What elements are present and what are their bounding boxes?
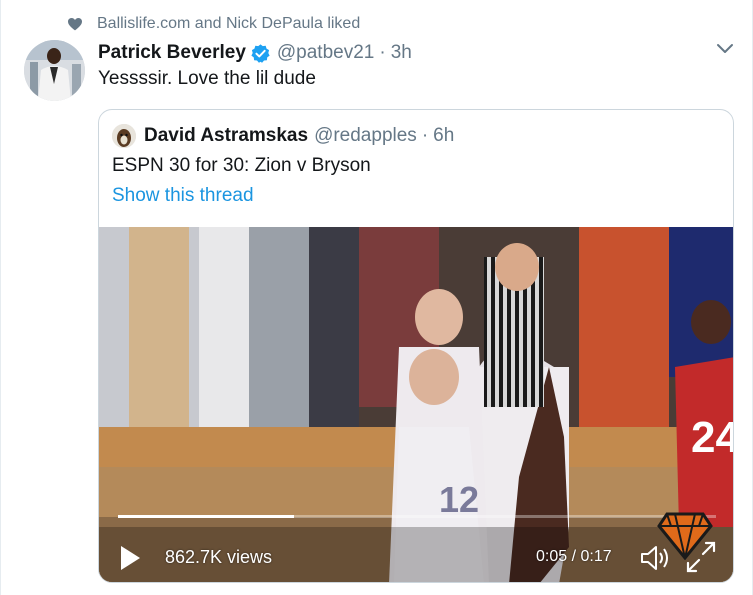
author-name[interactable]: Patrick Beverley xyxy=(98,42,246,64)
fullscreen-icon[interactable] xyxy=(684,541,718,573)
volume-muted-icon[interactable] xyxy=(639,543,671,573)
video-progress-fill xyxy=(118,515,294,518)
heart-icon xyxy=(68,18,82,31)
avatar[interactable] xyxy=(24,40,85,101)
video-frame: 12 24 xyxy=(99,227,734,582)
tweet-text: Yessssir. Love the lil dude xyxy=(98,68,316,89)
quoted-avatar[interactable] xyxy=(112,124,136,148)
quoted-author-name[interactable]: David Astramskas xyxy=(144,125,308,147)
video-timecode: 0:05 / 0:17 xyxy=(536,548,612,565)
play-icon[interactable] xyxy=(119,545,141,571)
tweet-card[interactable]: Ballislife.com and Nick DePaula liked Pa… xyxy=(0,0,753,595)
svg-text:24: 24 xyxy=(691,413,734,462)
quoted-tweet-time[interactable]: 6h xyxy=(433,125,454,147)
quoted-tweet-header: David Astramskas @redapples · 6h xyxy=(112,124,454,148)
verified-badge-icon xyxy=(251,43,270,63)
separator: · xyxy=(379,42,386,63)
view-count: 862.7K views xyxy=(165,547,273,567)
tweet-time[interactable]: 3h xyxy=(391,42,412,64)
chevron-down-icon[interactable] xyxy=(716,42,734,56)
separator: · xyxy=(421,125,429,146)
author-handle[interactable]: @patbev21 xyxy=(277,42,374,64)
show-thread-link[interactable]: Show this thread xyxy=(112,185,254,207)
quoted-tweet[interactable]: David Astramskas @redapples · 6h ESPN 30… xyxy=(98,109,734,583)
quoted-tweet-text: ESPN 30 for 30: Zion v Bryson xyxy=(112,155,371,176)
quoted-author-handle[interactable]: @redapples xyxy=(314,125,417,147)
video-progress-bar[interactable] xyxy=(118,515,716,518)
social-context-text[interactable]: Ballislife.com and Nick DePaula liked xyxy=(97,15,360,33)
social-context: Ballislife.com and Nick DePaula liked xyxy=(67,14,360,34)
svg-text:12: 12 xyxy=(439,479,479,520)
tweet-header: Patrick Beverley @patbev21 · 3h xyxy=(98,40,412,66)
video-player[interactable]: 12 24 862.7K views xyxy=(99,227,734,582)
